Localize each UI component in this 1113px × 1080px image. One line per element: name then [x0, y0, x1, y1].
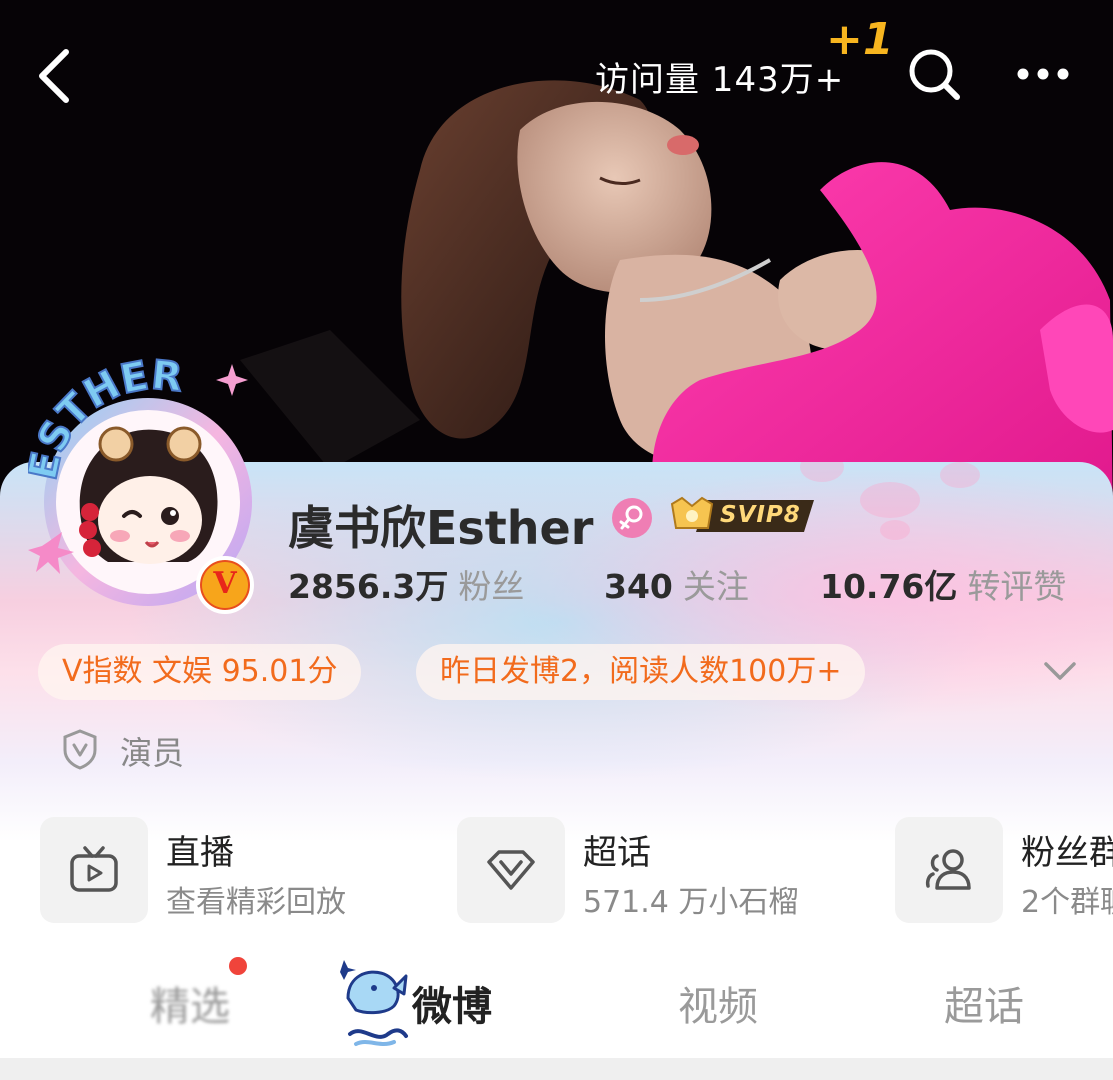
feature-live-subtitle: 查看精彩回放: [166, 885, 346, 920]
visit-count: 访问量 143万+: [595, 60, 845, 100]
following-stat[interactable]: 340 关注: [604, 560, 749, 608]
feature-supertopic-icon-box: [457, 817, 565, 923]
back-arrow-icon[interactable]: [22, 40, 92, 110]
interactions-stat[interactable]: 10.76亿 转评赞: [820, 560, 1066, 608]
feature-supertopic-title: 超话: [583, 833, 651, 873]
following-label: 关注: [682, 567, 749, 606]
more-icon[interactable]: [1008, 48, 1078, 100]
search-icon[interactable]: [902, 42, 966, 106]
visit-plus-one: +1: [826, 14, 894, 65]
feature-live-icon-box: [40, 817, 148, 923]
shield-v-icon: [63, 729, 97, 770]
verified-badge-label: V: [213, 566, 237, 601]
feature-fan-group-title: 粉丝群: [1021, 833, 1113, 873]
tab-featured[interactable]: 精选: [150, 974, 230, 1032]
post-info-pill[interactable]: 昨日发博2，阅读人数100万+: [416, 644, 866, 700]
feature-fan-group-icon-box: [895, 817, 1003, 923]
v-index-pill[interactable]: V指数 文娱 95.01分: [38, 644, 362, 700]
chevron-down-icon[interactable]: [1040, 654, 1080, 690]
feature-live-title: 直播: [166, 833, 234, 873]
fans-label: 粉丝: [458, 567, 525, 606]
interactions-count: 10.76亿: [820, 567, 958, 606]
feature-fan-group[interactable]: 粉丝群 2个群聊: [895, 817, 1113, 925]
tab-weibo[interactable]: 微博: [412, 974, 492, 1032]
decor-bubble: [940, 462, 980, 488]
top-bar: 访问量 143万+ +1: [0, 0, 1113, 150]
feature-supertopic-subtitle: 571.4 万小石榴: [583, 885, 799, 920]
role-label: 演员: [120, 734, 185, 772]
whale-mascot-icon: [340, 960, 408, 1046]
fans-stat[interactable]: 2856.3万 粉丝: [288, 560, 524, 608]
svip-label: SVIP8: [720, 502, 801, 528]
tab-video[interactable]: 视频: [678, 974, 758, 1032]
feature-live[interactable]: 直播 查看精彩回放: [40, 817, 420, 925]
following-count: 340: [604, 567, 673, 606]
feature-fan-group-subtitle: 2个群聊: [1021, 885, 1113, 920]
group-icon: [925, 849, 971, 890]
feature-supertopic[interactable]: 超话 571.4 万小石榴: [457, 817, 857, 925]
decor-bubble: [880, 520, 910, 540]
female-gender-icon: [612, 498, 652, 538]
interactions-label: 转评赞: [967, 567, 1067, 606]
verified-badge: V: [196, 556, 254, 614]
profile-name: 虞书欣Esther: [288, 501, 594, 555]
notification-dot: [229, 957, 247, 975]
divider: [0, 1058, 1113, 1080]
decor-bubble: [800, 462, 844, 482]
profile-tabs: 精选 微博 视频 超话: [0, 942, 1113, 1052]
tab-supertopic[interactable]: 超话: [944, 974, 1024, 1032]
decor-bubble: [860, 482, 920, 518]
diamond-icon: [487, 850, 535, 890]
tv-icon: [70, 846, 118, 892]
fans-count: 2856.3万: [288, 567, 449, 606]
